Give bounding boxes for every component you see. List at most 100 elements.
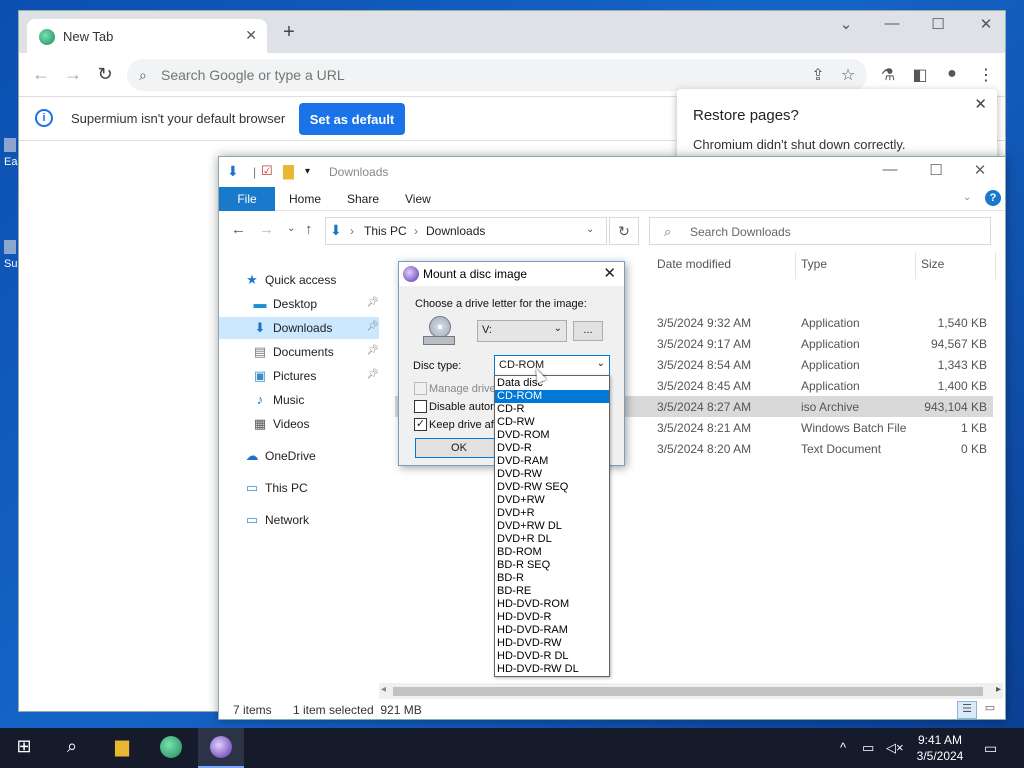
table-row[interactable]: 3/5/2024 8:54 AM Application 1,343 KB [649, 354, 993, 375]
close-tab-icon[interactable]: ✕ [245, 27, 257, 44]
list-item[interactable]: HD-DVD-RAM [495, 624, 609, 637]
file-explorer-icon[interactable]: ▆ [110, 736, 134, 760]
search-box[interactable]: ⌕ Search Downloads [649, 217, 991, 245]
list-item[interactable]: HD-DVD-ROM [495, 598, 609, 611]
scroll-thumb[interactable] [393, 687, 983, 696]
nav-music[interactable]: ♪ Music [243, 389, 379, 411]
column-date-modified[interactable]: Date modified [657, 257, 731, 271]
list-item[interactable]: CD-RW [495, 416, 609, 429]
side-panel-icon[interactable]: ◧ [909, 65, 931, 85]
list-item[interactable]: DVD+R DL [495, 533, 609, 546]
tab-view[interactable]: View [405, 192, 431, 206]
horizontal-scrollbar[interactable]: ◂ ▸ [379, 683, 1003, 699]
disable-autorun-checkbox[interactable] [414, 400, 427, 413]
tab-share[interactable]: Share [347, 192, 379, 206]
close-icon[interactable]: ✕ [603, 264, 616, 282]
table-row[interactable]: 3/5/2024 9:17 AM Application 94,567 KB [649, 333, 993, 354]
ok-button[interactable]: OK [415, 438, 503, 458]
list-item[interactable]: CD-R [495, 403, 609, 416]
address-bar[interactable]: ⬇ › This PC › Downloads ⌄ [325, 217, 607, 245]
table-row[interactable]: 3/5/2024 9:32 AM Application 1,540 KB [649, 312, 993, 333]
up-icon[interactable]: ↑ [305, 221, 313, 238]
system-clock[interactable]: 9:41 AM 3/5/2024 [912, 732, 968, 764]
breadcrumb-downloads[interactable]: Downloads [426, 224, 485, 238]
menu-kebab-icon[interactable]: ⋮ [975, 65, 997, 85]
desktop-shortcut-1[interactable]: Ea [4, 138, 17, 178]
column-size[interactable]: Size [921, 257, 944, 271]
recent-locations-icon[interactable]: ⌄ [287, 223, 295, 234]
new-tab-button[interactable]: + [277, 21, 301, 44]
scroll-right-icon[interactable]: ▸ [996, 684, 1001, 695]
back-icon[interactable]: ← [231, 221, 246, 238]
set-default-button[interactable]: Set as default [299, 103, 405, 135]
folder-icon[interactable]: ▇ [283, 163, 294, 180]
list-item[interactable]: HD-DVD-R [495, 611, 609, 624]
omnibox-input[interactable] [161, 65, 761, 85]
network-icon[interactable]: ▭ [862, 740, 874, 756]
back-icon[interactable]: ← [31, 65, 51, 83]
nav-quick-access[interactable]: ★ Quick access [243, 269, 379, 291]
help-icon[interactable]: ? [985, 190, 1001, 206]
close-window-button[interactable]: ✕ [971, 15, 1001, 33]
tab-search-icon[interactable]: ⌄ [831, 15, 861, 33]
labs-flask-icon[interactable]: ⚗ [877, 65, 899, 85]
list-item[interactable]: DVD-RAM [495, 455, 609, 468]
chevron-down-icon[interactable]: ⌄ [586, 224, 594, 235]
nav-desktop[interactable]: ▬ Desktop 📌︎ [243, 293, 380, 315]
details-view-icon[interactable]: ☰ [957, 701, 977, 719]
notification-icon[interactable]: ▭ [984, 740, 997, 757]
list-item[interactable]: BD-ROM [495, 546, 609, 559]
forward-icon[interactable]: → [259, 221, 274, 238]
nav-this-pc[interactable]: ▭ This PC [243, 477, 379, 499]
minimize-button[interactable]: — [875, 161, 905, 178]
list-item[interactable]: HD-DVD-RW [495, 637, 609, 650]
list-item[interactable]: DVD+RW DL [495, 520, 609, 533]
profile-avatar-icon[interactable]: ● [941, 65, 963, 83]
list-item[interactable]: DVD-ROM [495, 429, 609, 442]
bookmark-star-icon[interactable]: ☆ [837, 65, 859, 85]
tab-home[interactable]: Home [289, 192, 321, 206]
nav-downloads[interactable]: ⬇ Downloads 📌︎ [219, 317, 379, 339]
tab-file[interactable]: File [219, 187, 275, 211]
browser-logo-icon[interactable] [160, 736, 184, 760]
minimize-button[interactable]: — [877, 15, 907, 32]
list-item[interactable]: DVD-RW [495, 468, 609, 481]
browse-button[interactable]: ... [573, 321, 603, 341]
nav-documents[interactable]: ▤ Documents 📌︎ [243, 341, 379, 363]
desktop-shortcut-2[interactable]: Su [4, 240, 17, 280]
list-item-selected[interactable]: CD-ROM [495, 390, 609, 403]
maximize-button[interactable]: ☐ [923, 15, 953, 33]
taskbar-active-app[interactable] [198, 728, 244, 768]
large-icons-view-icon[interactable]: ▭ [981, 701, 999, 719]
list-item[interactable]: DVD-RW SEQ [495, 481, 609, 494]
list-item[interactable]: DVD+RW [495, 494, 609, 507]
close-icon[interactable]: ✕ [974, 95, 987, 113]
reload-icon[interactable]: ↻ [95, 65, 115, 83]
windows-start-icon[interactable]: ⊞ [12, 736, 36, 760]
list-item[interactable]: Data disc [495, 377, 609, 390]
volume-muted-icon[interactable]: ◁× [886, 740, 904, 756]
close-window-button[interactable]: ✕ [965, 161, 995, 179]
drive-letter-select[interactable]: V: ⌄ [477, 320, 567, 342]
scroll-left-icon[interactable]: ◂ [381, 684, 386, 695]
disc-type-select[interactable]: CD-ROM ⌄ [494, 355, 610, 376]
expand-ribbon-icon[interactable]: ⌄ [963, 192, 971, 203]
nav-network[interactable]: ▭ Network [243, 509, 379, 531]
table-row[interactable]: 3/5/2024 8:45 AM Application 1,400 KB [649, 375, 993, 396]
search-icon[interactable]: ⌕ [60, 736, 84, 760]
tab-new-tab[interactable]: New Tab ✕ [27, 19, 267, 53]
list-item[interactable]: BD-RE [495, 585, 609, 598]
nav-pictures[interactable]: ▣ Pictures 📌︎ [243, 365, 379, 387]
customize-dropdown-icon[interactable]: ▾ [305, 166, 310, 177]
properties-icon[interactable]: ☑ [261, 163, 273, 179]
list-item[interactable]: BD-R [495, 572, 609, 585]
list-item[interactable]: DVD+R [495, 507, 609, 520]
list-item[interactable]: DVD-R [495, 442, 609, 455]
column-type[interactable]: Type [801, 257, 827, 271]
maximize-button[interactable]: ☐ [921, 161, 951, 179]
table-row[interactable]: 3/5/2024 8:21 AM Windows Batch File 1 KB [649, 417, 993, 438]
list-item[interactable]: BD-R SEQ [495, 559, 609, 572]
nav-onedrive[interactable]: ☁ OneDrive [243, 445, 379, 467]
manage-drive-checkbox[interactable] [414, 382, 427, 395]
forward-icon[interactable]: → [63, 65, 83, 83]
